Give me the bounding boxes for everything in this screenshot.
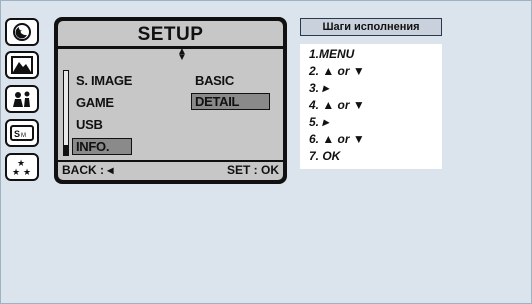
landscape-mode-icon[interactable] bbox=[5, 51, 39, 79]
steps-list: 1.MENU 2. ▲ or ▼ 3. ▸ 4. ▲ or ▼ 5. ▸ 6. … bbox=[300, 44, 442, 169]
up-down-arrows-icon: ▲ ▼ bbox=[177, 46, 187, 63]
title-divider bbox=[58, 46, 283, 49]
menu-item-usb[interactable]: USB bbox=[76, 117, 103, 132]
set-hint: SET : OK bbox=[226, 163, 279, 177]
portrait-mode-icon[interactable] bbox=[5, 85, 39, 113]
option-basic[interactable]: BASIC bbox=[195, 73, 234, 88]
fireworks-mode-icon[interactable]: ★ ★ ★ bbox=[5, 153, 39, 181]
svg-text:★: ★ bbox=[23, 167, 31, 177]
menu-item-info[interactable]: INFO. bbox=[72, 138, 133, 155]
lcd-title: SETUP bbox=[137, 24, 204, 45]
sport-mode-icon[interactable]: S M bbox=[5, 119, 39, 147]
step-3: 3. ▸ bbox=[309, 81, 329, 95]
svg-text:★: ★ bbox=[17, 28, 22, 35]
step-4: 4. ▲ or ▼ bbox=[309, 98, 365, 112]
lcd-screen-frame: SETUP ▲ ▼ S. IMAGE GAME USB INFO. BASIC D… bbox=[54, 17, 287, 184]
steps-header: Шаги исполнения bbox=[300, 18, 442, 36]
back-hint: BACK : ◂ bbox=[62, 163, 114, 177]
menu-scrollbar[interactable] bbox=[63, 70, 69, 156]
runner-icon: S M bbox=[10, 125, 34, 141]
menu-item-s-image[interactable]: S. IMAGE bbox=[76, 73, 132, 88]
step-1: 1.MENU bbox=[309, 47, 355, 61]
option-detail[interactable]: DETAIL bbox=[191, 93, 271, 110]
footer-divider bbox=[58, 160, 283, 162]
moon-star-icon: ★ bbox=[13, 23, 31, 41]
page-frame: ★ S M ★ ★ ★ SETUP ▲ ▼ S. IMAGE GAME USB … bbox=[0, 0, 532, 304]
step-5: 5. ▸ bbox=[309, 115, 329, 129]
mountain-icon bbox=[11, 56, 33, 74]
stars-icon: ★ ★ ★ bbox=[12, 158, 31, 177]
svg-text:S: S bbox=[14, 129, 20, 139]
night-mode-icon[interactable]: ★ bbox=[5, 18, 39, 46]
lcd-screen: SETUP ▲ ▼ S. IMAGE GAME USB INFO. BASIC D… bbox=[58, 21, 283, 180]
svg-text:M: M bbox=[21, 133, 26, 139]
scrollbar-thumb[interactable] bbox=[64, 145, 68, 155]
menu-item-game[interactable]: GAME bbox=[76, 95, 114, 110]
svg-text:★: ★ bbox=[12, 167, 20, 177]
step-6: 6. ▲ or ▼ bbox=[309, 132, 365, 146]
step-7: 7. OK bbox=[309, 149, 341, 163]
people-icon bbox=[13, 91, 30, 107]
step-2: 2. ▲ or ▼ bbox=[309, 64, 365, 78]
